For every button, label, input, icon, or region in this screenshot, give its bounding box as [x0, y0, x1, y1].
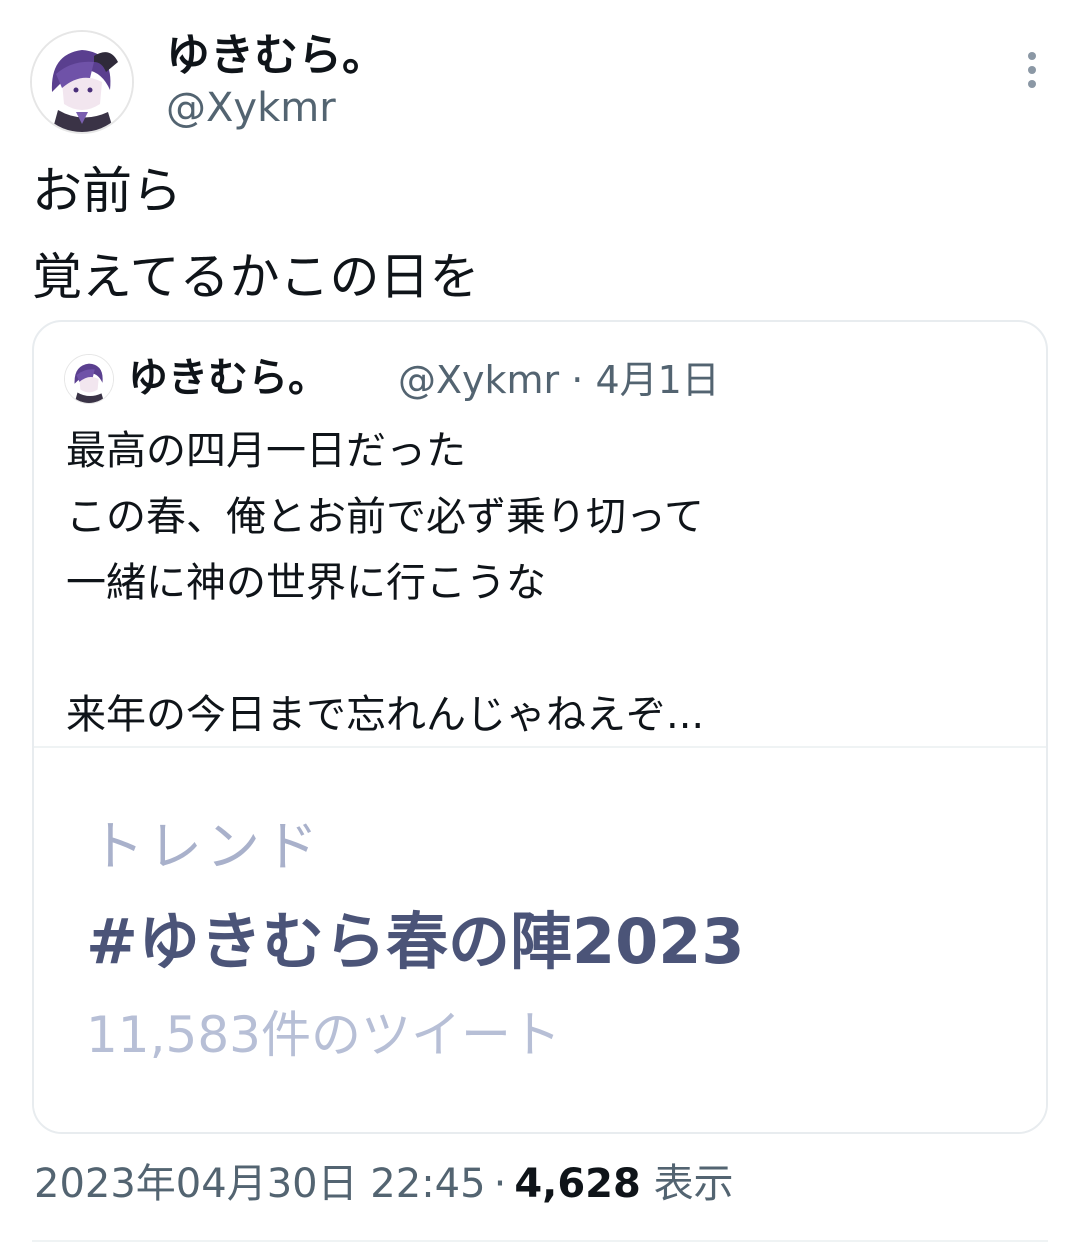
- tweet-meta: 2023年04月30日 22:45 · 4,628 表示: [34, 1156, 734, 1212]
- trend-hashtag: #ゆきむら春の陣2023: [86, 905, 745, 978]
- views-count[interactable]: 4,628: [514, 1161, 641, 1207]
- quoted-author-display-name: ゆきむら。: [128, 355, 328, 401]
- quoted-tweet-line: 最高の四月一日だった: [66, 428, 466, 474]
- trend-tweet-count: 11,583件のツイート: [86, 1006, 561, 1064]
- quoted-tweet-line: 来年の今日まで忘れんじゃねえぞ...: [66, 692, 705, 738]
- views-label[interactable]: 表示: [654, 1161, 734, 1207]
- trend-label: トレンド: [90, 815, 322, 878]
- quoted-tweet-line: この春、俺とお前で必ず乗り切って: [66, 494, 704, 540]
- tweet-header: ゆきむら。 @Xykmr: [30, 26, 1050, 136]
- author-avatar[interactable]: [30, 30, 134, 134]
- avatar-image-icon: [32, 32, 132, 132]
- quoted-author-meta: @Xykmr · 4月1日: [398, 354, 720, 406]
- tweet-line: お前ら: [32, 162, 182, 220]
- meta-separator: ·: [493, 1161, 507, 1207]
- quoted-tweet-card[interactable]: ゆきむら。 @Xykmr · 4月1日 最高の四月一日だった この春、俺とお前で…: [32, 320, 1048, 1134]
- author-display-name[interactable]: ゆきむら。: [166, 28, 386, 84]
- quoted-tweet-header: ゆきむら。 @Xykmr · 4月1日: [64, 348, 1004, 408]
- meta-separator: ·: [571, 358, 584, 402]
- quoted-tweet-line: [66, 616, 1016, 682]
- quoted-tweet-date: 4月1日: [595, 358, 720, 402]
- quoted-tweet-media-image[interactable]: トレンド #ゆきむら春の陣2023 11,583件のツイート: [34, 748, 1046, 1132]
- quoted-author-handle: @Xykmr: [398, 358, 560, 402]
- author-handle[interactable]: @Xykmr: [166, 82, 336, 134]
- divider: [32, 1240, 1048, 1242]
- tweet-text: お前ら 覚えてるかこの日を: [32, 148, 1042, 320]
- avatar-image-icon: [65, 355, 113, 403]
- more-vertical-icon[interactable]: [1020, 52, 1044, 92]
- quoted-tweet-text: 最高の四月一日だった この春、俺とお前で必ず乗り切って 一緒に神の世界に行こうな…: [66, 418, 1016, 748]
- quoted-author-avatar: [64, 354, 114, 404]
- tweet-timestamp[interactable]: 2023年04月30日 22:45: [34, 1161, 486, 1207]
- quoted-tweet-line: 一緒に神の世界に行こうな: [66, 560, 546, 606]
- tweet-line: 覚えてるかこの日を: [32, 248, 480, 306]
